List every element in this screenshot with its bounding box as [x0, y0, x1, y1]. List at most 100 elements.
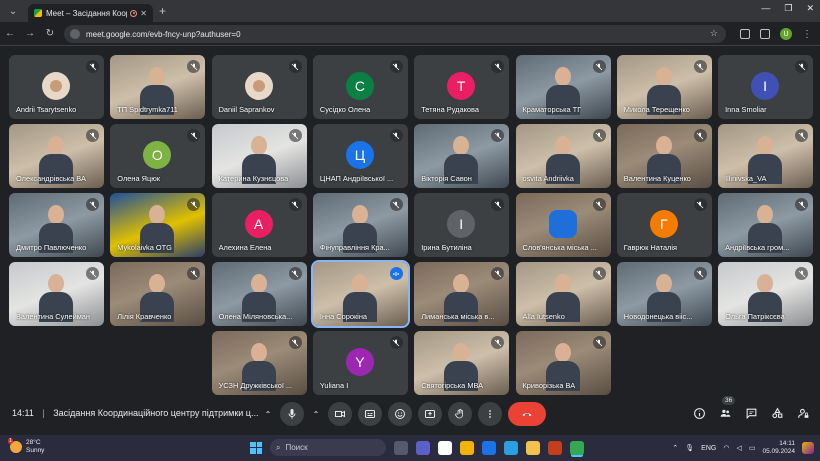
extensions-icon[interactable]	[760, 29, 770, 39]
participant-tile[interactable]: Краматорська ТГ	[515, 55, 611, 119]
volume-icon[interactable]: ◁	[736, 444, 741, 452]
participant-tile[interactable]: Олена Міляновська...	[211, 262, 307, 326]
shapes-icon	[771, 407, 782, 418]
office-icon[interactable]	[548, 440, 562, 455]
windows-taskbar: 1 28°C Sunny ⌕ Поиск ⌃ 🎙 ENG ◠ ◁ ▭ 14:11…	[0, 435, 820, 461]
camera-button[interactable]	[328, 402, 352, 426]
participant-tile[interactable]: Г Гаврюк Наталія	[616, 193, 712, 257]
participant-tile[interactable]: Andrii Tsarytsenko	[9, 55, 104, 119]
participant-tile[interactable]: Микола Терещенко	[616, 55, 712, 119]
mic-muted-icon	[491, 336, 505, 349]
forward-icon[interactable]: →	[20, 28, 40, 39]
lock-person-icon	[797, 408, 808, 418]
raise-hand-button[interactable]	[448, 402, 472, 426]
participant-tile[interactable]: Дмитро Павлюченко	[9, 193, 104, 257]
present-button[interactable]	[418, 402, 442, 426]
leave-call-button[interactable]	[508, 402, 546, 426]
participant-tile[interactable]: Mykolaivka OTG	[110, 193, 206, 257]
language-indicator[interactable]: ENG	[701, 445, 716, 452]
more-options-button[interactable]	[478, 402, 502, 426]
chrome-active-icon[interactable]	[570, 440, 584, 455]
site-info-icon[interactable]	[70, 29, 80, 39]
participant-tile[interactable]: УСЗН Дружківської ...	[211, 331, 307, 395]
microphone-button[interactable]	[280, 402, 304, 426]
participant-tile[interactable]: С Сусідко Олена	[312, 55, 408, 119]
activities-button[interactable]	[770, 406, 784, 420]
meet-favicon-icon	[34, 9, 42, 17]
amazon-icon[interactable]	[438, 440, 452, 455]
participant-tile[interactable]: Фінуправління Кра...	[312, 193, 408, 257]
sidebar-icon[interactable]	[740, 29, 750, 39]
chrome-app-icon[interactable]	[460, 440, 474, 455]
participant-tile[interactable]: Святогірська МВА	[414, 331, 510, 395]
reactions-button[interactable]	[388, 402, 412, 426]
browser-tab[interactable]: Meet – Засідання Координ ✕	[28, 4, 153, 22]
minimize-icon[interactable]: —	[761, 3, 770, 14]
profile-avatar[interactable]: U	[780, 28, 792, 40]
task-view-icon[interactable]	[394, 440, 408, 455]
participant-tile[interactable]: Y Yuliana I	[312, 331, 408, 395]
mic-muted-icon	[693, 60, 707, 73]
video-options-chevron-icon[interactable]: ⌃	[310, 402, 322, 426]
participant-tile[interactable]: Андріївська гром...	[718, 193, 814, 257]
participant-tile[interactable]: osvita Andriivka	[515, 124, 611, 188]
participant-tile[interactable]: А Алехина Елена	[211, 193, 307, 257]
file-explorer-icon[interactable]	[526, 440, 540, 455]
weather-widget[interactable]: 1 28°C Sunny	[8, 438, 44, 455]
tab-search-icon[interactable]: ⌄	[6, 4, 20, 18]
avatar: О	[143, 141, 172, 169]
sun-icon: 1	[8, 438, 22, 453]
windows-start-icon[interactable]	[250, 441, 262, 454]
participant-tile[interactable]: Валентина Сулейман	[9, 262, 104, 326]
browser-menu-icon[interactable]: ⋮	[802, 29, 812, 40]
participant-tile[interactable]: І Ірина Бутиліна	[414, 193, 510, 257]
skype-icon[interactable]	[482, 440, 496, 455]
audio-options-chevron-icon[interactable]: ⌃	[262, 402, 274, 426]
participant-tile[interactable]: Новодонецька вііс...	[616, 262, 712, 326]
reload-icon[interactable]: ↻	[40, 28, 60, 39]
browser-tab-bar: ⌄ Meet – Засідання Координ ✕ + — ❐ ✕	[0, 0, 820, 22]
participant-tile[interactable]: Daniil Saprankov	[211, 55, 307, 119]
participant-tile[interactable]: Лілія Кравченко	[110, 262, 206, 326]
participant-tile[interactable]: Катерина Кузнєцова	[211, 124, 307, 188]
tray-chevron-icon[interactable]: ⌃	[672, 444, 678, 452]
maximize-icon[interactable]: ❐	[784, 3, 792, 14]
captions-button[interactable]	[358, 402, 382, 426]
people-button[interactable]: 36	[718, 396, 736, 420]
participant-tile[interactable]: Т Тетяна Рудакова	[414, 55, 510, 119]
copilot-icon[interactable]	[802, 442, 814, 454]
battery-icon[interactable]: ▭	[749, 444, 756, 452]
wifi-icon[interactable]: ◠	[723, 444, 729, 452]
chat-button[interactable]	[744, 406, 758, 420]
participant-tile[interactable]: Слов'янська міська ...	[515, 193, 611, 257]
participant-tile[interactable]: Вікторія Савон	[414, 124, 510, 188]
address-bar[interactable]: meet.google.com/evb-fncy-unp?authuser=0 …	[64, 25, 726, 43]
bookmark-star-icon[interactable]: ☆	[710, 28, 718, 39]
close-tab-icon[interactable]: ✕	[140, 9, 147, 18]
new-tab-button[interactable]: +	[159, 4, 166, 18]
host-controls-button[interactable]	[796, 406, 810, 420]
participant-tile[interactable]: Валентина Куценко	[616, 124, 712, 188]
meeting-details-button[interactable]	[692, 406, 706, 420]
close-window-icon[interactable]: ✕	[806, 3, 814, 14]
participant-tile[interactable]: ТП Spidtrymka711	[110, 55, 206, 119]
participant-tile[interactable]: I Inna Smoliar	[718, 55, 814, 119]
participant-tile[interactable]: Illinivska_VA	[718, 124, 814, 188]
participant-tile[interactable]: Криворізька ВА	[515, 331, 611, 395]
participant-tile[interactable]: Ольга Патріксєва	[718, 262, 814, 326]
clock[interactable]: 14:11 05.09.2024	[762, 440, 795, 456]
back-icon[interactable]: ←	[0, 28, 20, 39]
participant-tile[interactable]: Олександрівська ВА	[9, 124, 104, 188]
teams-icon[interactable]	[416, 440, 430, 455]
participant-name: Тетяна Рудакова	[421, 105, 479, 114]
participant-tile[interactable]: О Олена Яцюк	[110, 124, 206, 188]
avatar	[42, 72, 70, 100]
mic-muted-icon	[187, 198, 201, 211]
edge-icon[interactable]	[504, 440, 518, 455]
participant-tile[interactable]: Лиманська міська в...	[414, 262, 510, 326]
participant-tile[interactable]: Інна Сорокіна	[310, 260, 410, 328]
taskbar-search[interactable]: ⌕ Поиск	[270, 439, 386, 456]
mic-tray-icon[interactable]: 🎙	[685, 444, 694, 452]
participant-tile[interactable]: Alla Iutsenko	[515, 262, 611, 326]
participant-tile[interactable]: Ц ЦНАП Андріївської ...	[312, 124, 408, 188]
